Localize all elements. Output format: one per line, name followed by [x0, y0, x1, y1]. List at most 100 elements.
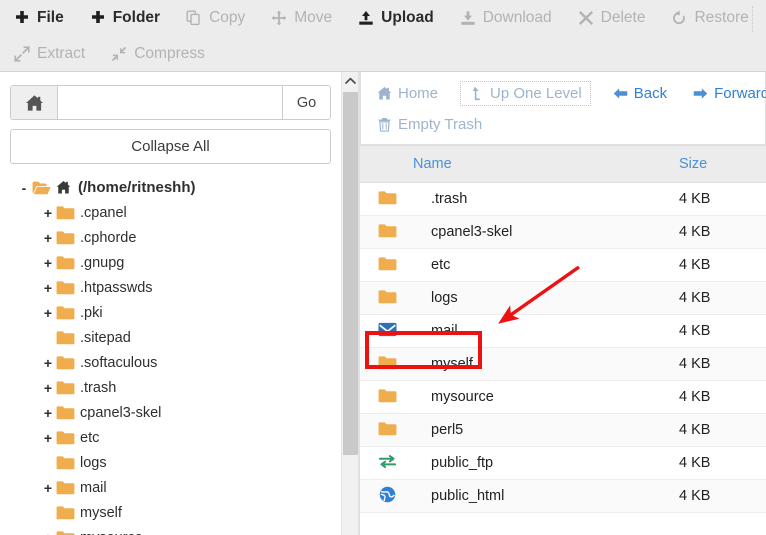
tree-expand-icon[interactable]: + [40, 255, 56, 271]
level-up-icon [469, 86, 484, 101]
undo-icon [671, 10, 687, 26]
tree-expand-icon[interactable]: + [40, 380, 56, 396]
file-name-cell[interactable]: .trash [431, 182, 665, 216]
tree-node-trash[interactable]: + .trash [0, 375, 341, 400]
nav-button-label: Back [633, 85, 668, 102]
scroll-up-arrow-icon[interactable] [342, 72, 358, 89]
tree-node-htpasswds[interactable]: + .htpasswds [0, 275, 341, 300]
file-name-cell[interactable]: mysource [431, 380, 665, 414]
tree-node-label: (/home/ritneshh) [78, 179, 196, 196]
tree-node-cphorde[interactable]: + .cphorde [0, 225, 341, 250]
file-row-myself[interactable]: myself 4 KB [360, 347, 766, 381]
tree-expand-icon[interactable]: + [40, 355, 56, 371]
file-row-trash[interactable]: .trash 4 KB [360, 182, 766, 216]
toolbar-button-upload[interactable]: Upload [358, 3, 434, 33]
nav-button-back[interactable]: Back [609, 82, 671, 105]
nav-button-up-one-level[interactable]: Up One Level [460, 81, 591, 106]
file-row-public_ftp[interactable]: public_ftp 4 KB [360, 446, 766, 480]
tree-node-softaculous[interactable]: + .softaculous [0, 350, 341, 375]
toolbar-button-label: Restore [694, 9, 749, 26]
file-name-cell[interactable]: logs [431, 281, 665, 315]
tree-node-mysource[interactable]: + mysource [0, 525, 341, 535]
nav-button-home[interactable]: Home [373, 82, 442, 105]
tree-node-sitepad[interactable]: .sitepad [0, 325, 341, 350]
tree-node-label: mysource [78, 530, 143, 535]
nav-button-label: Empty Trash [398, 116, 483, 133]
tree-node-mail[interactable]: + mail [0, 475, 341, 500]
folder-icon [377, 354, 397, 372]
file-table: Name Size .trash 4 KB cpanel3-skel 4 KB etc 4… [360, 145, 766, 513]
home-icon [377, 86, 392, 101]
file-row-public_html[interactable]: public_html 4 KB [360, 479, 766, 513]
tree-expand-icon[interactable]: + [40, 280, 56, 296]
go-button[interactable]: Go [282, 86, 330, 119]
toolbar-button-delete: Delete [578, 3, 646, 33]
file-row-etc[interactable]: etc 4 KB [360, 248, 766, 282]
tree-node-etc[interactable]: + etc [0, 425, 341, 450]
scrollbar-thumb[interactable] [343, 92, 358, 455]
nav-button-empty-trash[interactable]: Empty Trash [373, 113, 486, 136]
file-icon-cell [360, 347, 431, 381]
tree-node-cpanel3-skel[interactable]: + cpanel3-skel [0, 400, 341, 425]
tree-expand-icon[interactable]: + [40, 405, 56, 421]
folder-icon [56, 405, 78, 421]
path-input[interactable] [58, 86, 282, 119]
column-header-size[interactable]: Size [665, 145, 766, 183]
folder-icon [56, 205, 78, 221]
main-toolbar: File Folder Copy Move Upload Download Delete Re… [0, 0, 766, 72]
toolbar-button-file[interactable]: File [14, 3, 64, 33]
tree-node-logs[interactable]: logs [0, 450, 341, 475]
tree-node-myself[interactable]: myself [0, 500, 341, 525]
file-name-cell[interactable]: perl5 [431, 413, 665, 447]
toolbar-button-label: Delete [600, 9, 646, 26]
file-icon-cell [360, 413, 431, 447]
file-row-logs[interactable]: logs 4 KB [360, 281, 766, 315]
tree-expand-icon[interactable]: + [40, 230, 56, 246]
file-name-cell[interactable]: mail [431, 314, 665, 348]
folder-icon [377, 420, 397, 438]
folder-icon [377, 255, 397, 273]
tree-expand-icon[interactable]: + [40, 480, 56, 496]
home-icon[interactable] [11, 86, 58, 119]
tree-expand-icon[interactable]: + [40, 205, 56, 221]
collapse-all-button[interactable]: Collapse All [10, 129, 331, 164]
arrow-right-icon [693, 86, 708, 101]
toolbar-button-restore: Restore [671, 3, 749, 33]
tree-expand-icon[interactable]: + [40, 530, 56, 535]
expand-icon [14, 46, 30, 62]
nav-button-forward[interactable]: Forward [689, 82, 766, 105]
folder-icon [56, 330, 78, 346]
file-name-cell[interactable]: public_ftp [431, 446, 665, 480]
home-icon [56, 180, 71, 195]
tree-node-gnupg[interactable]: + .gnupg [0, 250, 341, 275]
tree-node-homeritneshh[interactable]: - (/home/ritneshh) [0, 175, 341, 200]
sidebar-scrollbar[interactable] [341, 72, 359, 535]
column-header-name[interactable]: Name [360, 145, 665, 183]
file-row-mail[interactable]: mail 4 KB [360, 314, 766, 348]
folder-icon [56, 355, 78, 371]
toolbar-button-folder[interactable]: Folder [90, 3, 160, 33]
file-name-cell[interactable]: cpanel3-skel [431, 215, 665, 249]
file-table-body: .trash 4 KB cpanel3-skel 4 KB etc 4 KB logs 4 K… [360, 182, 766, 513]
tree-expand-icon[interactable]: + [40, 430, 56, 446]
tree-node-cpanel[interactable]: + .cpanel [0, 200, 341, 225]
file-name-cell[interactable]: public_html [431, 479, 665, 513]
file-size-cell: 4 KB [665, 281, 766, 315]
file-icon-cell [360, 314, 431, 348]
file-row-cpanel3skel[interactable]: cpanel3-skel 4 KB [360, 215, 766, 249]
tree-node-pki[interactable]: + .pki [0, 300, 341, 325]
file-name-cell[interactable]: myself [431, 347, 665, 381]
folder-icon [377, 288, 397, 306]
file-row-mysource[interactable]: mysource 4 KB [360, 380, 766, 414]
file-name-cell[interactable]: etc [431, 248, 665, 282]
toolbar-button-download: Download [460, 3, 552, 33]
folder-icon [377, 387, 397, 405]
tree-expand-icon[interactable]: + [40, 305, 56, 321]
toolbar-row-secondary: Extract Compress [0, 36, 766, 72]
file-table-header-row: Name Size [360, 145, 766, 183]
tree-collapse-icon[interactable]: - [16, 180, 32, 196]
file-icon-cell [360, 380, 431, 414]
folder-icon [56, 380, 78, 396]
file-row-perl5[interactable]: perl5 4 KB [360, 413, 766, 447]
toolbar-button-label: File [37, 9, 64, 26]
